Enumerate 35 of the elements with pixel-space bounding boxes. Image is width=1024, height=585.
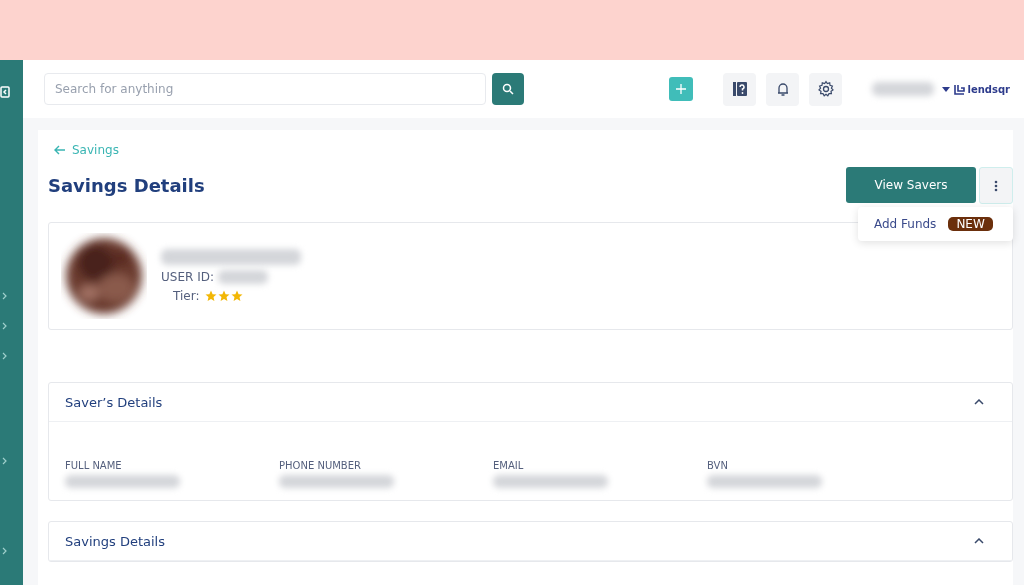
menu-item[interactable]: Add Funds xyxy=(874,217,937,231)
field-label: BVN xyxy=(707,460,729,471)
chevron-right-icon[interactable] xyxy=(2,322,8,330)
plus-icon xyxy=(675,83,688,95)
section-title[interactable]: Savings Details xyxy=(65,533,165,549)
user-id-label: USER ID: xyxy=(161,270,214,284)
field-label: PHONE NUMBER xyxy=(279,460,362,471)
field-label: EMAIL xyxy=(493,460,525,471)
logo-icon xyxy=(954,83,966,95)
notification-button[interactable] xyxy=(766,72,800,106)
settings-button[interactable] xyxy=(809,72,843,106)
section-title[interactable]: Saver’s Details xyxy=(65,394,163,410)
page-title: Savings Details xyxy=(48,175,205,196)
new-badge: NEW xyxy=(948,217,993,231)
chevron-right-icon[interactable] xyxy=(2,547,8,555)
redacted-user-id xyxy=(217,270,268,284)
chevron-up-icon[interactable] xyxy=(974,538,984,544)
logo-text: lendsqr xyxy=(967,83,1010,95)
help-icon xyxy=(731,81,748,97)
chevron-right-icon[interactable] xyxy=(2,292,8,300)
field-label: FULL NAME xyxy=(65,460,123,471)
chevron-right-icon[interactable] xyxy=(2,457,8,465)
tier-label: Tier: xyxy=(173,289,200,303)
search-field[interactable]: Search for anything xyxy=(44,73,486,105)
settings-icon xyxy=(816,80,835,98)
chevron-right-icon[interactable] xyxy=(2,352,8,360)
help-button[interactable] xyxy=(723,72,757,106)
caret-icon[interactable] xyxy=(942,86,951,92)
chevron-up-icon[interactable] xyxy=(974,399,984,405)
more-icon xyxy=(994,179,998,192)
view-savers-button[interactable]: View Savers xyxy=(846,167,976,203)
arrow-left-icon xyxy=(54,145,66,155)
search-button[interactable] xyxy=(492,73,524,105)
search-icon xyxy=(502,83,514,95)
collapse-icon[interactable] xyxy=(0,86,10,98)
